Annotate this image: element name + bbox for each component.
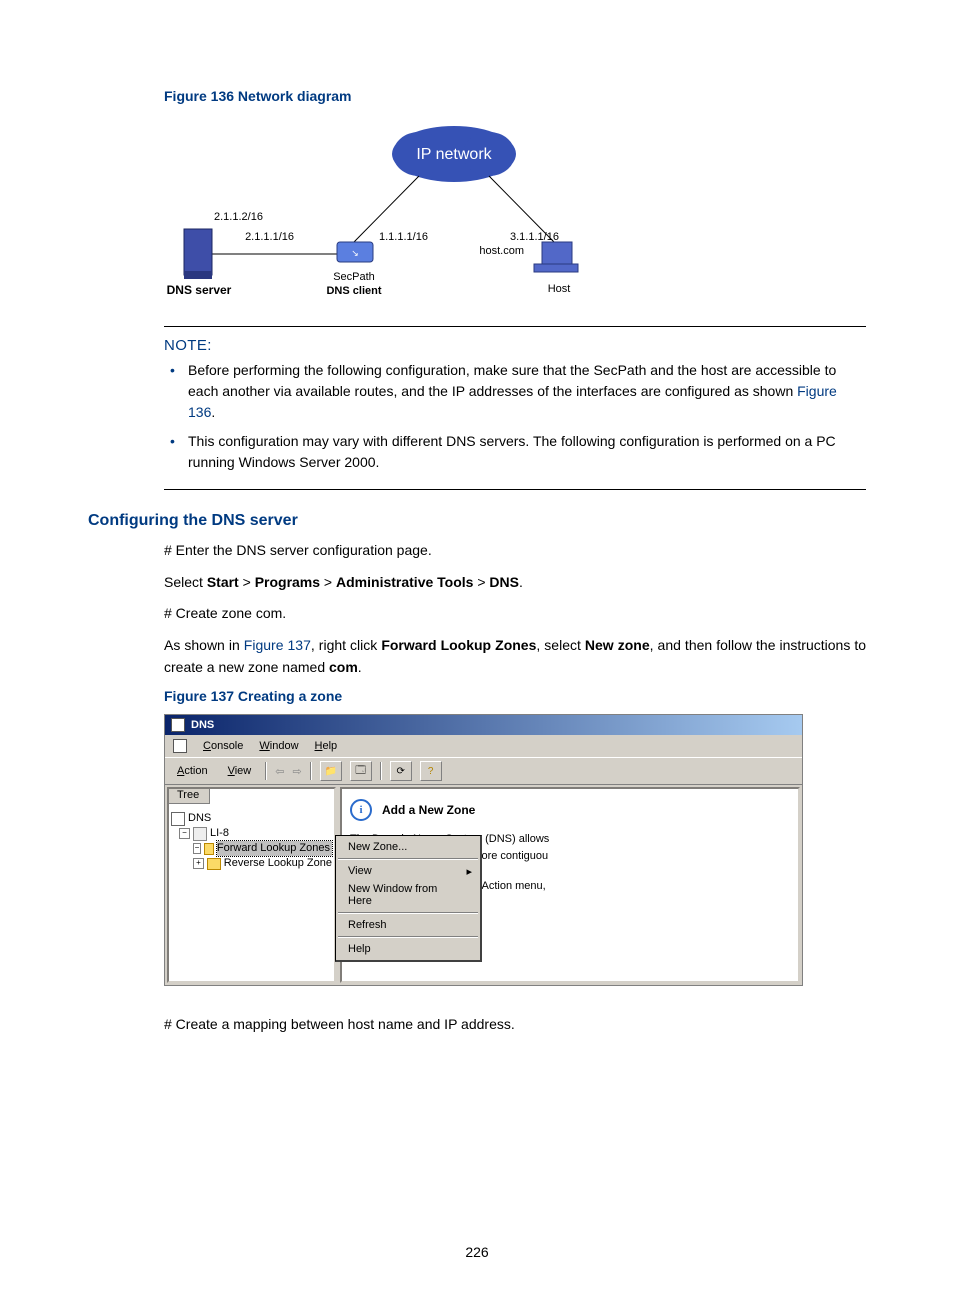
window-title: DNS <box>191 719 214 731</box>
tree-tab[interactable]: Tree <box>167 787 210 804</box>
ctx-help[interactable]: Help <box>338 940 478 958</box>
server-icon <box>193 827 207 841</box>
secpath-left-ip: 2.1.1.1/16 <box>245 231 294 243</box>
note-text: Before performing the following configur… <box>188 362 836 399</box>
separator <box>338 936 478 938</box>
help-icon[interactable]: ? <box>420 761 442 781</box>
figure-137-link[interactable]: Figure 137 <box>244 637 311 653</box>
note-text: . <box>211 404 215 420</box>
info-title: Add a New Zone <box>382 803 475 817</box>
host-ip: 3.1.1.1/16 <box>510 231 559 243</box>
expand-icon[interactable]: + <box>193 858 204 869</box>
dns-icon <box>171 812 185 826</box>
tree-forward-zones[interactable]: Forward Lookup Zones <box>217 841 332 856</box>
tree-root[interactable]: DNS <box>188 811 211 826</box>
toolbar-action[interactable]: Action <box>171 763 214 779</box>
separator <box>310 762 312 780</box>
separator <box>338 912 478 914</box>
context-menu: New Zone... View▸ New Window from Here R… <box>335 835 482 962</box>
figure-136-caption: Figure 136 Network diagram <box>164 88 866 104</box>
secpath-label: SecPath <box>333 271 375 283</box>
menu-help[interactable]: Help <box>315 740 338 752</box>
toolbar-view[interactable]: View <box>222 763 258 779</box>
back-icon[interactable]: ⇦ <box>275 765 284 778</box>
tree-reverse-zones[interactable]: Reverse Lookup Zone <box>224 856 332 871</box>
menu-console[interactable]: CConsoleonsole <box>203 740 243 752</box>
refresh-icon[interactable]: ⟳ <box>390 761 412 781</box>
svg-text:↘: ↘ <box>351 248 359 258</box>
paragraph-select-path: Select Start > Programs > Administrative… <box>164 572 866 594</box>
dns-server-label: DNS server <box>167 283 232 297</box>
folder-icon <box>207 858 221 870</box>
collapse-icon[interactable]: − <box>193 843 201 854</box>
host-icon <box>534 242 578 272</box>
paragraph: # Create a mapping between host name and… <box>164 1014 866 1036</box>
window-titlebar: DNS <box>165 715 802 735</box>
separator <box>265 762 267 780</box>
folder-icon <box>204 843 214 855</box>
ctx-view[interactable]: View▸ <box>338 862 478 880</box>
up-icon[interactable]: 📁 <box>320 761 342 781</box>
host-label: Host <box>548 283 571 295</box>
paragraph: As shown in Figure 137, right click Forw… <box>164 635 866 678</box>
dns-client-label: DNS client <box>326 285 381 297</box>
note-item: This configuration may vary with differe… <box>188 431 866 473</box>
window-menubar: CConsoleonsole Window Help <box>165 735 802 758</box>
ctx-refresh[interactable]: Refresh <box>338 916 478 934</box>
menu-window[interactable]: Window <box>259 740 298 752</box>
separator <box>338 858 478 860</box>
show-hide-icon[interactable]: 🗔 <box>350 761 372 781</box>
paragraph: # Enter the DNS server configuration pag… <box>164 540 866 562</box>
dns-server-icon <box>184 229 212 279</box>
host-domain: host.com <box>479 245 524 257</box>
collapse-icon[interactable]: − <box>179 828 190 839</box>
note-block: NOTE: Before performing the following co… <box>164 326 866 490</box>
paragraph: # Create zone com. <box>164 603 866 625</box>
figure-137-caption: Figure 137 Creating a zone <box>164 688 866 704</box>
section-heading-configuring-dns: Configuring the DNS server <box>88 512 866 530</box>
note-text: This configuration may vary with differe… <box>188 433 836 470</box>
separator <box>380 762 382 780</box>
page-number: 226 <box>0 1244 954 1260</box>
tree-server[interactable]: LI-8 <box>210 826 229 841</box>
cloud-label: IP network <box>416 146 492 163</box>
tree-pane: Tree DNS −LI-8 −Forward Lookup Zones +Re… <box>167 787 336 983</box>
dns-window-screenshot: DNS CConsoleonsole Window Help Action Vi… <box>164 714 803 986</box>
note-label: NOTE: <box>164 337 866 354</box>
note-item: Before performing the following configur… <box>188 360 866 423</box>
window-toolbar: Action View ⇦ ⇨ 📁 🗔 ⟳ ? <box>165 758 802 785</box>
ctx-new-zone[interactable]: New Zone... <box>338 838 478 856</box>
dns-server-ip: 2.1.1.2/16 <box>214 211 263 223</box>
secpath-icon: ↘ <box>337 242 373 262</box>
chevron-right-icon: ▸ <box>466 865 472 878</box>
forward-icon[interactable]: ⇨ <box>292 765 301 778</box>
dns-app-icon <box>171 718 185 732</box>
dns-icon <box>173 739 187 753</box>
info-icon: i <box>350 799 372 821</box>
secpath-right-ip: 1.1.1.1/16 <box>379 231 428 243</box>
ctx-new-window[interactable]: New Window from Here <box>338 880 478 910</box>
network-diagram: IP network 2.1.1.2/16 DNS server ↘ 2.1.1… <box>164 114 724 314</box>
